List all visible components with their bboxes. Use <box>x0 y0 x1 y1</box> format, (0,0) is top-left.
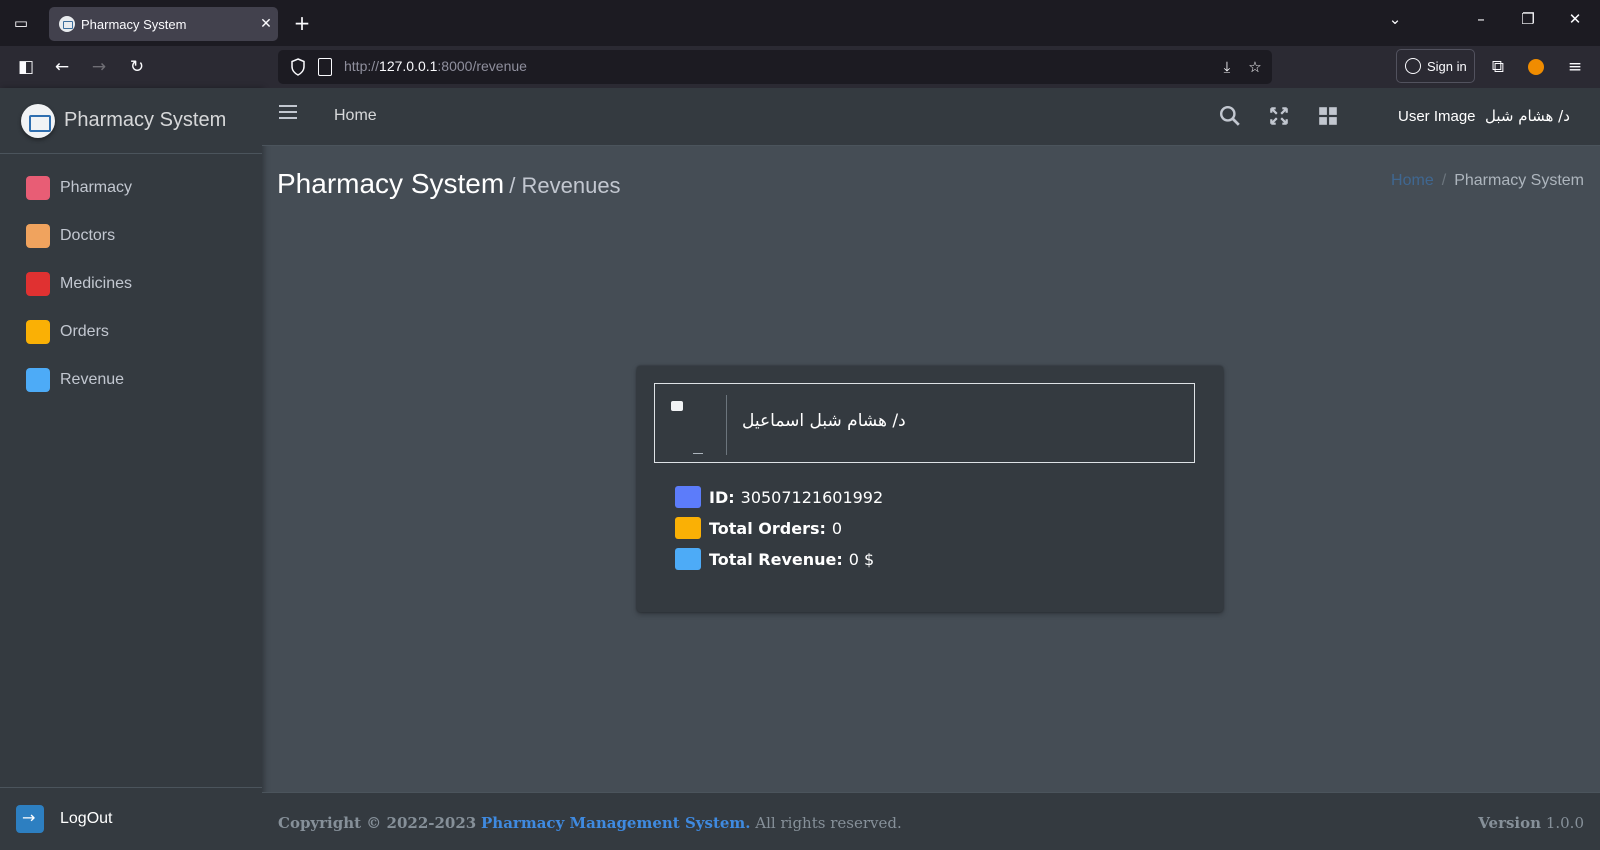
rights-text: All rights reserved. <box>755 814 902 832</box>
logout-button[interactable]: LogOut <box>0 787 262 850</box>
footer-brand-link[interactable]: Pharmacy Management System. <box>481 814 750 832</box>
doctors-icon <box>26 224 50 248</box>
account-icon <box>1405 58 1421 74</box>
bookmark-star-icon[interactable]: ☆ <box>1244 56 1266 78</box>
sidebar-item-pharmacy[interactable]: Pharmacy <box>0 164 262 212</box>
fullscreen-icon[interactable] <box>1268 105 1290 127</box>
new-tab-icon[interactable]: + <box>290 11 314 35</box>
shield-icon <box>291 58 305 76</box>
address-bar[interactable]: http://127.0.0.1:8000/revenue ⤓ ☆ <box>278 50 1272 84</box>
tab-title: Pharmacy System <box>81 16 187 32</box>
orders-icon <box>26 320 50 344</box>
sidebar-item-label: Revenue <box>60 371 125 388</box>
sign-in-button[interactable]: Sign in <box>1396 49 1475 83</box>
logout-label: LogOut <box>60 810 113 827</box>
user-image[interactable]: User Image <box>1398 108 1476 125</box>
hamburger-menu-icon[interactable] <box>279 105 297 123</box>
breadcrumb: Home / Pharmacy System <box>1391 172 1584 190</box>
doctor-avatar <box>667 395 727 455</box>
sign-in-label: Sign in <box>1427 58 1467 74</box>
medicines-icon <box>26 272 50 296</box>
footer-version: Version 1.0.0 <box>1478 814 1584 832</box>
url-scheme: http:// <box>344 58 380 74</box>
grid-apps-icon[interactable] <box>1317 105 1339 127</box>
total-revenue-row: Total Revenue: 0 $ <box>675 548 1075 570</box>
header-user-name[interactable]: د/ هشام شبل <box>1485 107 1570 125</box>
restore-icon[interactable]: ❐ <box>1516 10 1540 28</box>
breadcrumb-separator: / <box>1441 172 1447 189</box>
total-orders-value: 0 <box>831 518 843 538</box>
browser-toolbar: ◧ ← → ↻ http://127.0.0.1:8000/revenue ⤓ … <box>0 46 1600 88</box>
total-orders-row: Total Orders: 0 <box>675 517 1075 539</box>
url-host: 127.0.0.1 <box>379 58 438 74</box>
sidebar-item-label: Doctors <box>60 227 116 244</box>
back-icon[interactable]: ← <box>50 55 74 79</box>
orders-icon <box>675 517 701 539</box>
version-label: Version <box>1478 814 1542 832</box>
forward-icon[interactable]: → <box>87 55 111 79</box>
extension-fox-icon[interactable] <box>1524 55 1548 79</box>
install-app-icon[interactable]: ⤓ <box>1216 56 1238 78</box>
tab-overflow-chevron-icon[interactable]: ⌄ <box>1383 10 1407 28</box>
total-revenue-value: 0 $ <box>848 549 875 569</box>
sidebar-toggle-icon[interactable]: ◧ <box>14 55 38 79</box>
reload-icon[interactable]: ↻ <box>125 55 149 79</box>
sidebar: Pharmacy System Pharmacy Doctors Medicin… <box>0 88 262 850</box>
sidebar-item-label: Pharmacy <box>60 179 133 196</box>
version-value: 1.0.0 <box>1545 814 1584 832</box>
pharmacy-icon <box>26 176 50 200</box>
breadcrumb-home-link[interactable]: Home <box>1391 172 1434 189</box>
page-title-sub: / Revenues <box>509 173 621 198</box>
doctor-card-header: د/ هشام شبل اسماعيل <box>654 383 1195 463</box>
logout-icon <box>16 805 44 833</box>
footer-copyright: Copyright © 2022-2023 Pharmacy Managemen… <box>278 814 902 832</box>
revenue-icon <box>26 368 50 392</box>
sidebar-brand[interactable]: Pharmacy System <box>0 88 262 154</box>
browser-tab[interactable]: Pharmacy System ✕ <box>49 7 278 41</box>
url-text[interactable]: http://127.0.0.1:8000/revenue <box>344 58 527 74</box>
doctor-id-value: 30507121601992 <box>740 487 884 507</box>
id-card-icon <box>675 486 701 508</box>
extensions-icon[interactable]: ⧉ <box>1486 55 1510 79</box>
footer: Copyright © 2022-2023 Pharmacy Managemen… <box>262 792 1600 850</box>
tab-close-icon[interactable]: ✕ <box>254 16 278 32</box>
browser-tab-bar: ▭ Pharmacy System ✕ + ⌄ – ❐ ✕ <box>0 0 1600 46</box>
brand-name: Pharmacy System <box>64 109 227 131</box>
pharmacy-logo-icon <box>21 103 55 138</box>
total-orders-label: Total Orders: <box>709 518 826 538</box>
page-title: Pharmacy System / Revenues <box>277 168 621 200</box>
doctor-revenue-card: د/ هشام شبل اسماعيل ID: 30507121601992 T… <box>637 366 1223 612</box>
page-title-main: Pharmacy System <box>277 168 505 199</box>
revenue-icon <box>675 548 701 570</box>
tab-list-icon[interactable]: ▭ <box>10 12 32 34</box>
doctor-name: د/ هشام شبل اسماعيل <box>742 411 906 431</box>
browser-menu-icon[interactable]: ≡ <box>1563 55 1587 79</box>
doctor-id-row: ID: 30507121601992 <box>675 486 1075 508</box>
page-info-icon[interactable] <box>318 58 332 76</box>
breadcrumb-current: Pharmacy System <box>1454 172 1584 189</box>
sidebar-item-revenue[interactable]: Revenue <box>0 356 262 404</box>
sidebar-item-orders[interactable]: Orders <box>0 308 262 356</box>
window-close-icon[interactable]: ✕ <box>1563 10 1587 28</box>
sidebar-item-label: Medicines <box>60 275 133 292</box>
main-header: Home User Image د/ هشام شبل <box>262 88 1600 146</box>
doctor-id-label: ID: <box>709 487 735 507</box>
header-home-link[interactable]: Home <box>334 107 377 125</box>
search-icon[interactable] <box>1219 105 1241 127</box>
copyright-text: Copyright © 2022-2023 <box>278 814 477 832</box>
minimize-icon[interactable]: – <box>1469 10 1493 28</box>
sidebar-item-doctors[interactable]: Doctors <box>0 212 262 260</box>
sidebar-menu: Pharmacy Doctors Medicines Orders Revenu… <box>0 154 262 404</box>
tab-favicon-icon <box>59 16 75 32</box>
total-revenue-label: Total Revenue: <box>709 549 843 569</box>
url-path: :8000/revenue <box>437 58 527 74</box>
sidebar-item-label: Orders <box>60 323 109 340</box>
sidebar-item-medicines[interactable]: Medicines <box>0 260 262 308</box>
